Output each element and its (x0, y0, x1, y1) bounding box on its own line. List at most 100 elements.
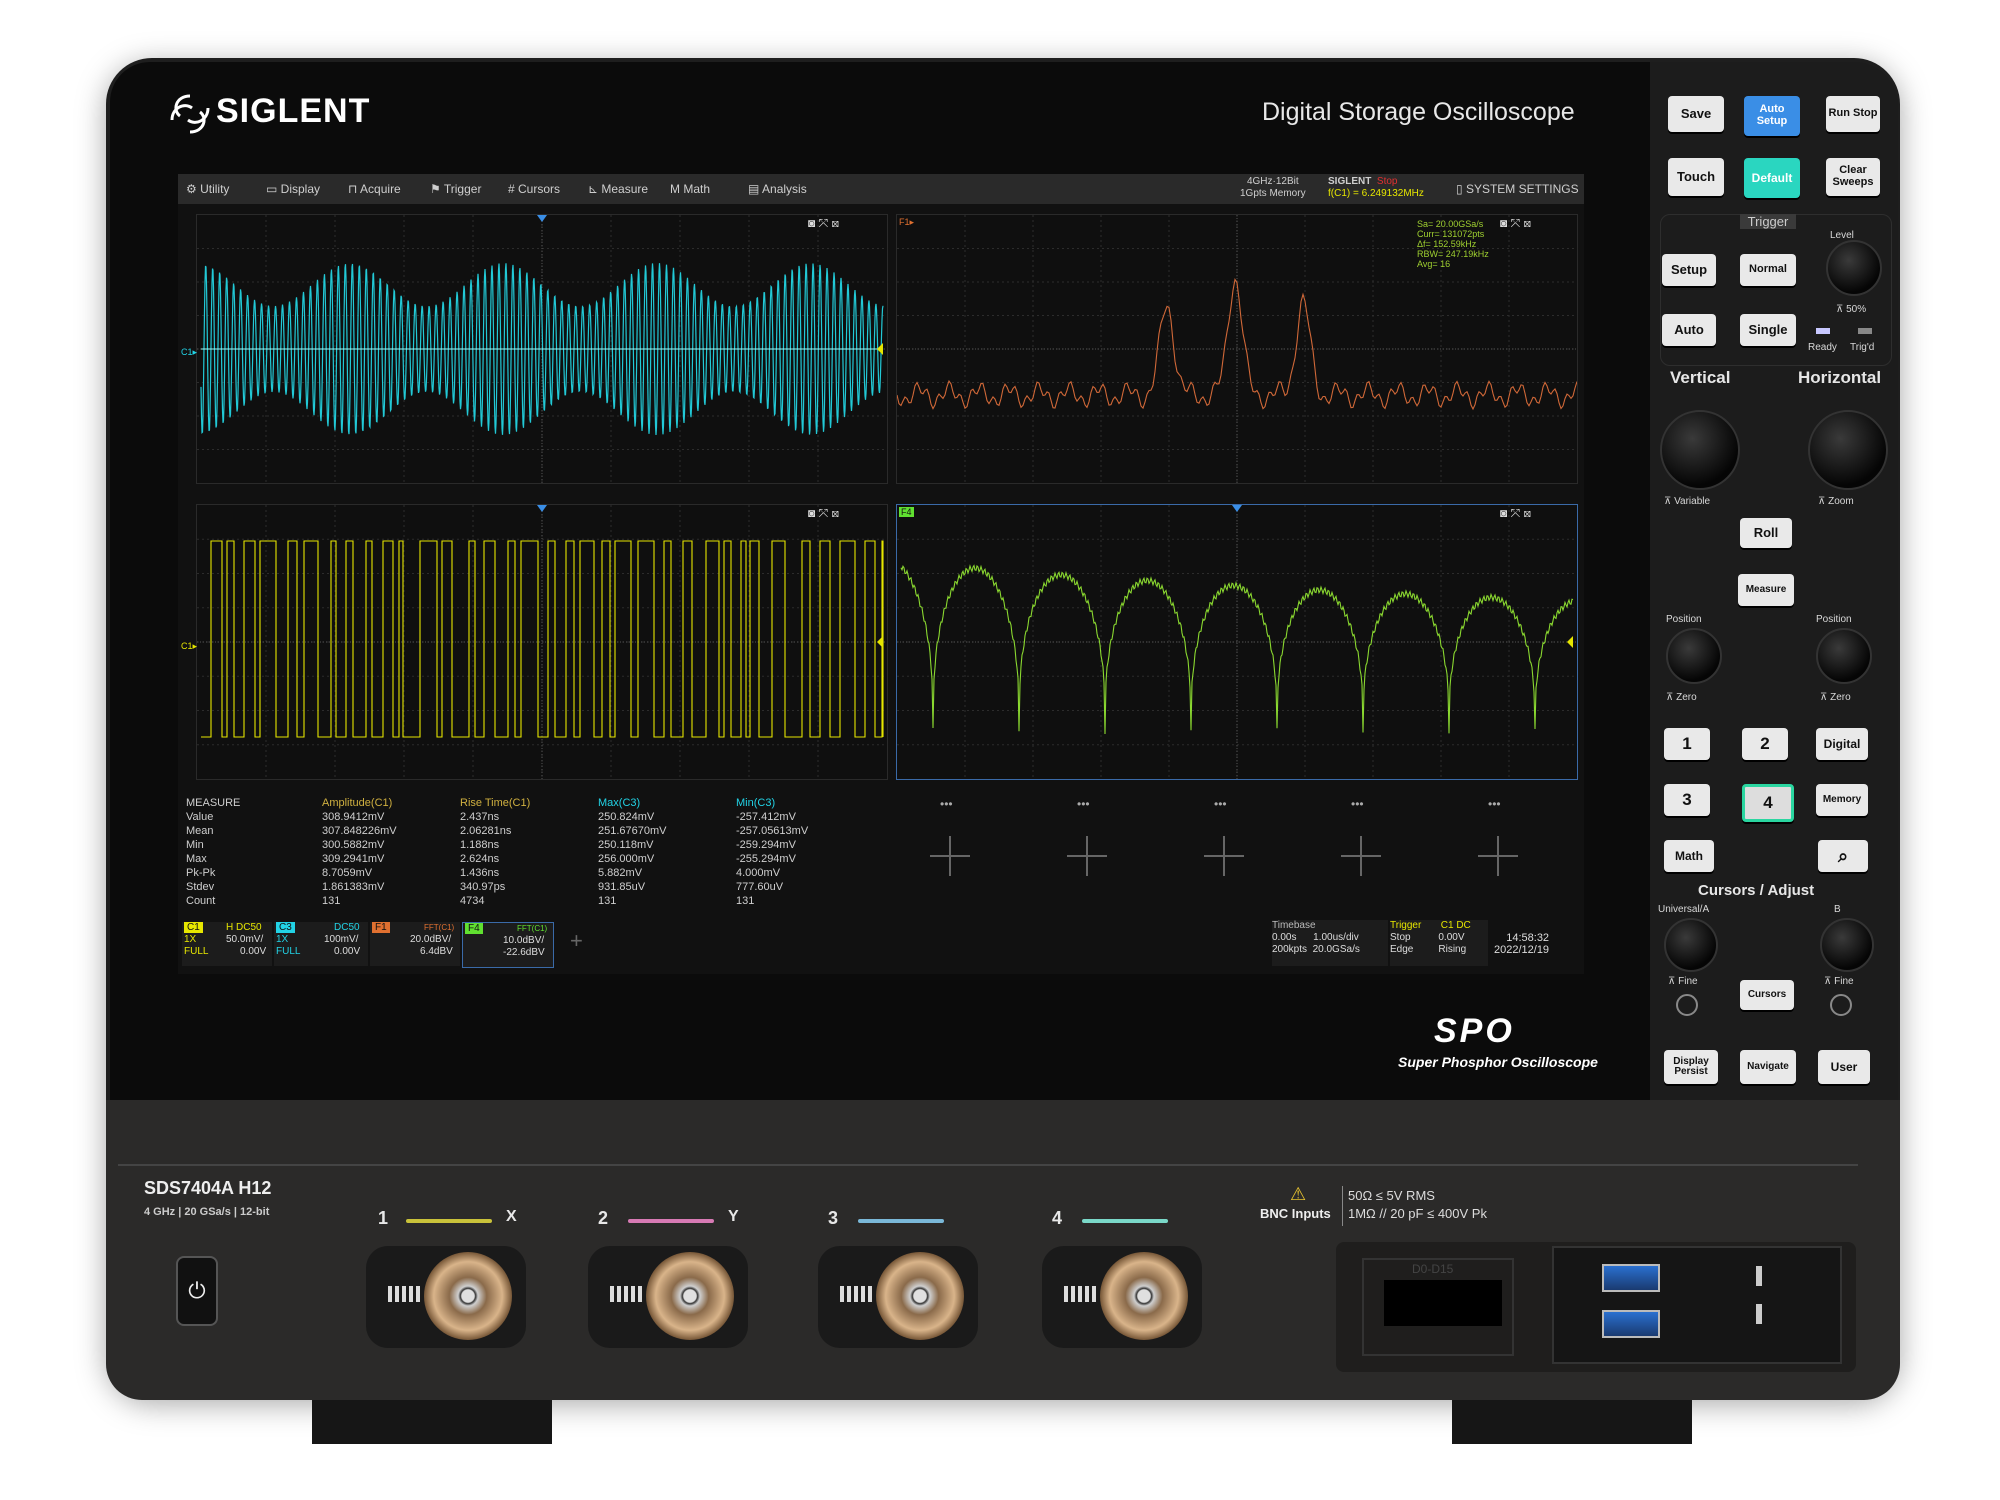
close-pane-icon[interactable]: ⊠ (832, 216, 840, 230)
universal-a-knob[interactable] (1664, 918, 1718, 972)
default-button[interactable]: Default (1744, 158, 1800, 198)
input-1-bnc[interactable] (366, 1246, 526, 1348)
trigger-normal-button[interactable]: Normal (1740, 254, 1796, 286)
slot-menu-icon[interactable]: ••• (1214, 797, 1227, 811)
channel-box-f4[interactable]: F4 FFT(C1) 10.0dBV/ -22.6dBV (462, 922, 554, 968)
expand-icon[interactable]: ⤧ (819, 506, 829, 520)
measure-button[interactable]: Measure (1738, 574, 1794, 606)
fine-a-push-icon[interactable] (1676, 994, 1698, 1016)
pane-toolbar-3[interactable]: ◙ ⤧ ⊠ (808, 506, 839, 521)
probe-comp-terminal-2[interactable] (1756, 1304, 1762, 1324)
probe-comp-terminal-1[interactable] (1756, 1266, 1762, 1286)
input-4-bnc[interactable] (1042, 1246, 1202, 1348)
model-spec: 4 GHz | 20 GSa/s | 12-bit (144, 1206, 270, 1218)
measure-cell: 309.2941mV (322, 853, 385, 865)
trigger-row-1: Stop 0.00V (1390, 932, 1465, 943)
horizontal-position-knob[interactable] (1816, 628, 1872, 684)
trigger-single-button[interactable]: Single (1740, 314, 1796, 346)
clear-sweeps-button[interactable]: Clear Sweeps (1826, 158, 1880, 196)
input-2-bnc[interactable] (588, 1246, 748, 1348)
close-pane-icon[interactable]: ⊠ (1524, 506, 1532, 520)
touch-button[interactable]: Touch (1668, 158, 1724, 196)
slot-menu-icon[interactable]: ••• (1351, 797, 1364, 811)
bnc-connector-icon (424, 1252, 512, 1340)
empty-measure-slots: ••• ••• ••• ••• ••• (930, 797, 1518, 876)
c1-serial-marker: C1▸ (181, 641, 198, 651)
close-pane-icon[interactable]: ⊠ (1524, 216, 1532, 230)
fft-info: Sa= 20.00GSa/s Curr= 131072pts Δf= 152.59k… (1417, 219, 1489, 269)
usb-port-bottom[interactable] (1602, 1310, 1660, 1338)
measure-cell: 251.67670mV (598, 825, 667, 837)
search-button[interactable]: ⌕ (1818, 840, 1868, 872)
math-button[interactable]: Math (1664, 840, 1714, 872)
menu-cursors[interactable]: # Cursors (508, 182, 560, 196)
power-button[interactable]: ⏻ (176, 1256, 218, 1326)
menu-display[interactable]: ▭ Display (266, 182, 320, 196)
waveform-pane-c1[interactable]: C1▸ (181, 214, 888, 484)
trigger-auto-button[interactable]: Auto (1662, 314, 1716, 346)
channel-1-button[interactable]: 1 (1664, 728, 1710, 760)
channel-box-c3[interactable]: C3 DC50 1X 100mV/ FULL 0.00V (274, 922, 368, 966)
vertical-scale-knob[interactable] (1660, 410, 1740, 490)
slot-menu-icon[interactable]: ••• (1077, 797, 1090, 811)
run-stop-button[interactable]: Run Stop (1826, 96, 1880, 132)
digital-button[interactable]: Digital (1816, 728, 1868, 760)
digital-port-label: D0-D15 (1412, 1262, 1454, 1276)
digital-port[interactable] (1384, 1280, 1502, 1326)
user-button[interactable]: User (1818, 1050, 1870, 1084)
close-pane-icon[interactable]: ⊠ (832, 506, 840, 520)
auto-setup-button[interactable]: Auto Setup (1744, 96, 1800, 136)
roll-button[interactable]: Roll (1740, 518, 1792, 548)
measure-table[interactable]: MEASURE Amplitude(C1) Rise Time(C1) Max(… (182, 796, 882, 908)
usb-port-top[interactable] (1602, 1264, 1660, 1292)
waveform-pane-f1[interactable]: F1▸ Sa= 20.00GSa/s Curr= 131072pts Δf= 152… (896, 214, 1578, 484)
camera-icon[interactable]: ◙ (1500, 216, 1507, 230)
horizontal-scale-knob[interactable] (1808, 410, 1888, 490)
measure-cell: Min (186, 839, 204, 851)
channel-2-button[interactable]: 2 (1742, 728, 1788, 760)
camera-icon[interactable]: ◙ (808, 216, 815, 230)
expand-icon[interactable]: ⤧ (819, 216, 829, 230)
menu-analysis[interactable]: ▤ Analysis (748, 182, 807, 196)
vertical-zero-label: ⊼ Zero (1666, 692, 1697, 703)
vertical-position-knob[interactable] (1666, 628, 1722, 684)
save-button[interactable]: Save (1668, 96, 1724, 132)
display-screen[interactable]: ⚙ Utility ▭ Display ⊓ Acquire ⚑ Trigger … (178, 174, 1584, 974)
display-persist-button[interactable]: Display Persist (1664, 1050, 1718, 1084)
navigate-button[interactable]: Navigate (1740, 1050, 1796, 1084)
camera-icon[interactable]: ◙ (808, 506, 815, 520)
menu-measure[interactable]: ⊾ Measure (588, 182, 648, 196)
camera-icon[interactable]: ◙ (1500, 506, 1507, 520)
pane-toolbar-4[interactable]: ◙ ⤧ ⊠ (1500, 506, 1531, 521)
channel-3-button[interactable]: 3 (1664, 784, 1710, 816)
slot-menu-icon[interactable]: ••• (1488, 797, 1501, 811)
channel-box-f1[interactable]: F1 FFT(C1) 20.0dBV/ 6.4dBV (370, 922, 460, 966)
channel-box-c1[interactable]: C1 H DC50 1X 50.0mV/ FULL 0.00V (182, 922, 272, 966)
add-channel-icon[interactable]: + (570, 928, 583, 954)
waveform-pane-c1-serial[interactable]: C1▸ (181, 504, 888, 780)
menu-acquire[interactable]: ⊓ Acquire (348, 182, 401, 196)
trigger-level-knob[interactable] (1826, 240, 1882, 296)
trigger-setup-button[interactable]: Setup (1662, 254, 1716, 286)
measure-cell: 250.118mV (598, 839, 654, 851)
timebase-box[interactable]: Timebase 0.00s 1.00us/div 200kpts 20.0GS… (1272, 920, 1388, 966)
pane-toolbar-1[interactable]: ◙ ⤧ ⊠ (808, 216, 839, 231)
menu-trigger[interactable]: ⚑ Trigger (430, 182, 481, 196)
system-settings-button[interactable]: ▯ SYSTEM SETTINGS (1456, 182, 1579, 196)
memory-button[interactable]: Memory (1816, 784, 1868, 816)
trigger-box[interactable]: Trigger C1 DC Stop 0.00V Edge Rising (1390, 920, 1488, 966)
waveform-pane-f4[interactable]: F4 (896, 504, 1578, 780)
pane-toolbar-2[interactable]: ◙ ⤧ ⊠ (1500, 216, 1531, 231)
c3-flags: DC50 (334, 922, 360, 933)
b-knob[interactable] (1820, 918, 1874, 972)
slot-menu-icon[interactable]: ••• (940, 797, 953, 811)
measure-empty-slots[interactable]: ••• ••• ••• ••• ••• (888, 796, 1578, 896)
menu-utility[interactable]: ⚙ Utility (186, 182, 229, 196)
menu-math[interactable]: M Math (670, 182, 710, 196)
expand-icon[interactable]: ⤧ (1511, 216, 1521, 230)
cursors-button[interactable]: Cursors (1740, 980, 1794, 1010)
expand-icon[interactable]: ⤧ (1511, 506, 1521, 520)
channel-4-button[interactable]: 4 (1742, 784, 1794, 822)
fine-b-push-icon[interactable] (1830, 994, 1852, 1016)
input-3-bnc[interactable] (818, 1246, 978, 1348)
